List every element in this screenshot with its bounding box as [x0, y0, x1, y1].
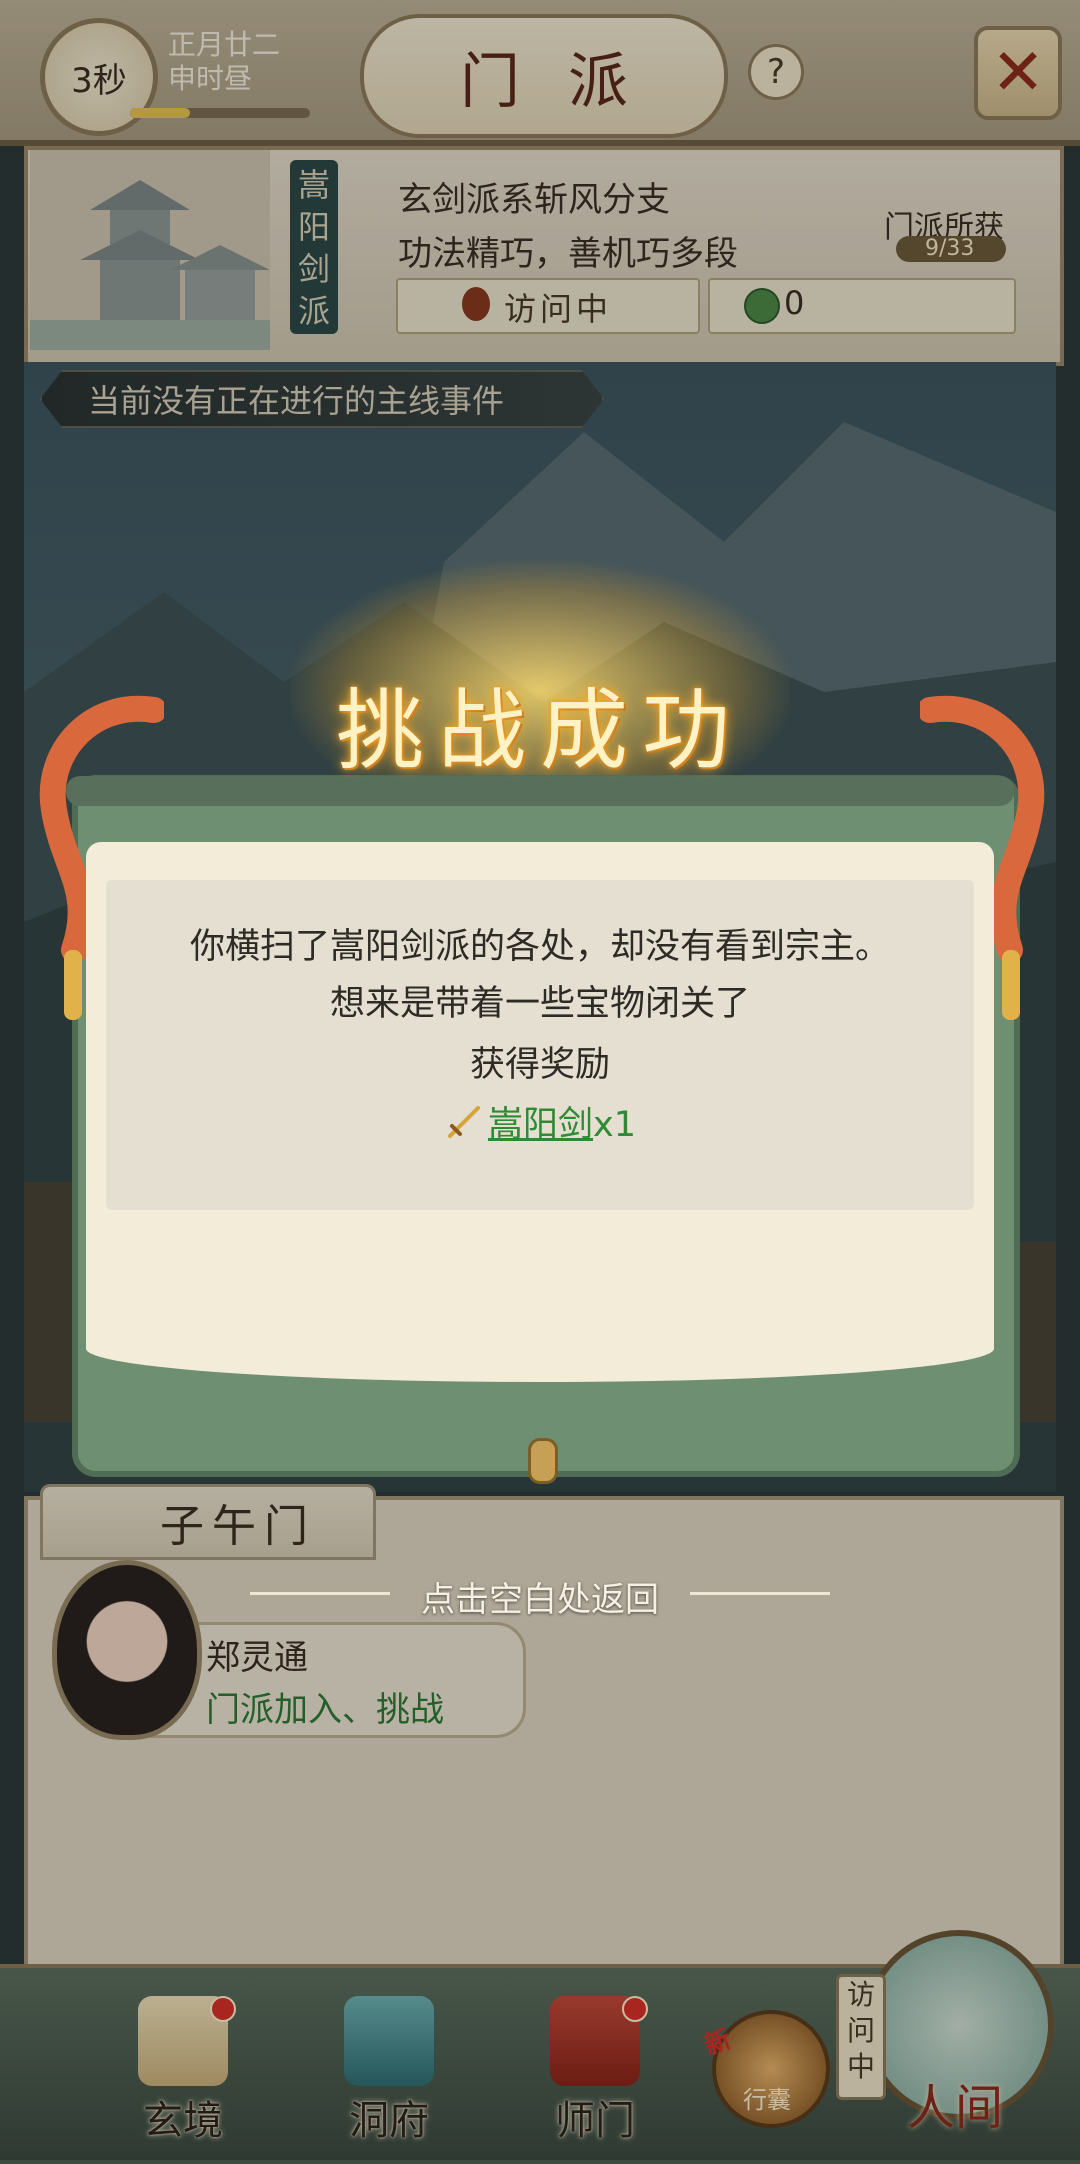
reward-heading: 获得奖励 — [469, 1045, 610, 1085]
dialog-message-line2: 想来是带着一些宝物闭关了 — [329, 984, 750, 1024]
scroll-knob — [528, 1438, 558, 1484]
reward-quantity: x1 — [593, 1105, 636, 1145]
dialog-message-line1: 你横扫了嵩阳剑派的各处，却没有看到宗主。 — [189, 927, 890, 967]
reward-item-link[interactable]: 嵩阳剑 — [488, 1105, 593, 1145]
dialog-title: 挑战成功 — [335, 679, 744, 782]
reward-row: 嵩阳剑x1 — [106, 1096, 974, 1147]
sword-icon — [448, 1106, 480, 1138]
tap-to-return-hint: 点击空白处返回 — [421, 1580, 659, 1620]
